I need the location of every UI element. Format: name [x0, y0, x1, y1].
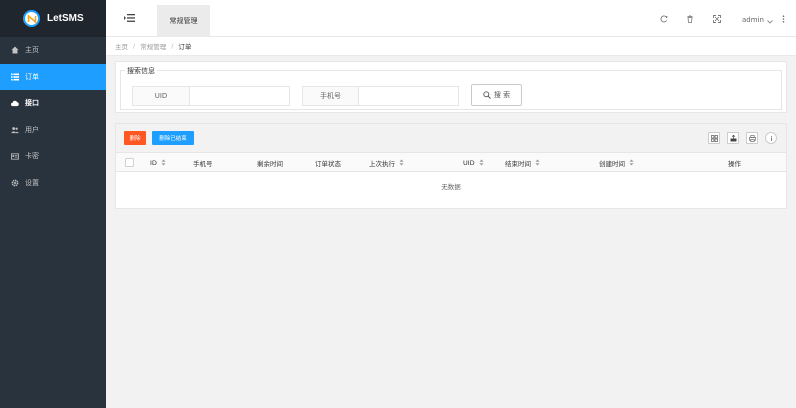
sidebar-item-home[interactable]: 主页	[0, 37, 106, 64]
trash-icon[interactable]	[686, 15, 694, 23]
fullscreen-icon[interactable]	[713, 15, 721, 23]
table-toolbar: 删除 删除已结束	[116, 124, 786, 153]
uid-field: UID	[132, 86, 290, 106]
column-last-run[interactable]: 上次执行	[369, 153, 404, 172]
sidebar-item-users[interactable]: 用户	[0, 117, 106, 144]
sidebar-item-label: 卡密	[25, 152, 39, 161]
column-label: UID	[463, 158, 475, 167]
delete-button[interactable]: 删除	[124, 131, 146, 145]
delete-finished-button[interactable]: 删除已结束	[152, 131, 194, 145]
sort-icon[interactable]	[479, 159, 484, 166]
menu-toggle-icon[interactable]	[124, 13, 136, 23]
sidebar-item-label: 接口	[25, 99, 39, 108]
export-icon[interactable]	[727, 132, 739, 144]
column-label: 订单状态	[315, 159, 341, 168]
sort-icon[interactable]	[535, 159, 540, 166]
sidebar-item-label: 设置	[25, 178, 39, 187]
column-label: 手机号	[193, 159, 213, 168]
column-phone: 手机号	[193, 153, 213, 172]
print-icon[interactable]	[746, 132, 758, 144]
column-label: ID	[150, 158, 157, 167]
column-label: 剩余时间	[257, 159, 283, 168]
phone-input[interactable]	[359, 87, 458, 105]
breadcrumb-current: 订单	[178, 43, 192, 51]
column-label: 结束时间	[505, 159, 531, 168]
list-icon	[11, 73, 19, 81]
sidebar-item-cards[interactable]: 卡密	[0, 143, 106, 170]
column-label: 操作	[728, 159, 741, 168]
breadcrumb-separator: /	[133, 42, 136, 50]
uid-input[interactable]	[190, 87, 289, 105]
phone-label: 手机号	[303, 87, 359, 105]
card-icon	[11, 152, 19, 160]
search-legend: 搜索信息	[125, 66, 157, 76]
columns-icon[interactable]	[708, 132, 720, 144]
breadcrumb-separator: /	[171, 42, 174, 50]
search-button[interactable]: 搜 索	[471, 84, 522, 106]
search-button-label: 搜 索	[493, 91, 511, 99]
column-end-time[interactable]: 结束时间	[505, 153, 540, 172]
column-label: 创建时间	[599, 159, 625, 168]
column-remaining-time: 剩余时间	[257, 153, 283, 172]
sidebar-item-label: 订单	[25, 72, 39, 81]
column-created-time[interactable]: 创建时间	[599, 153, 634, 172]
column-label: 上次执行	[369, 159, 395, 168]
top-header: 常规管理 admin	[106, 0, 796, 37]
breadcrumb-section[interactable]: 常规管理	[140, 41, 166, 51]
chevron-down-icon[interactable]	[767, 18, 773, 26]
sidebar-item-label: 主页	[25, 46, 39, 55]
sort-icon[interactable]	[629, 159, 634, 166]
sidebar: LetSMS 主页 订单 接口 用户 卡密 设置	[0, 0, 106, 408]
table-header: ID 手机号 剩余时间 订单状态 上次执行 UID 结束时间 创建时间 操作	[116, 153, 786, 172]
app-logo-icon	[23, 10, 40, 27]
search-panel: 搜索信息 UID 手机号 搜 索	[115, 61, 787, 113]
user-menu[interactable]: admin	[742, 16, 764, 24]
column-actions: 操作	[728, 153, 741, 172]
sidebar-item-label: 用户	[25, 125, 39, 134]
sidebar-item-settings[interactable]: 设置	[0, 170, 106, 197]
sort-icon[interactable]	[399, 159, 404, 166]
column-id[interactable]: ID	[150, 153, 166, 172]
breadcrumb-home[interactable]: 主页	[115, 41, 128, 51]
more-vertical-icon[interactable]	[782, 15, 785, 25]
refresh-icon[interactable]	[660, 15, 668, 23]
sort-icon[interactable]	[161, 159, 166, 166]
column-order-status: 订单状态	[315, 153, 341, 172]
home-icon	[11, 46, 19, 54]
empty-state: 无数据	[441, 183, 461, 191]
column-uid[interactable]: UID	[463, 153, 484, 172]
app-name: LetSMS	[47, 13, 84, 24]
cloud-icon	[11, 99, 19, 107]
select-all-checkbox[interactable]	[125, 158, 134, 167]
tab-general-management[interactable]: 常规管理	[157, 5, 210, 37]
logo[interactable]: LetSMS	[0, 0, 106, 37]
orders-table-panel: 删除 删除已结束 ID 手机号 剩余时间 订单状态 上次执行 UID 结束时间 …	[115, 123, 787, 209]
uid-label: UID	[133, 87, 190, 105]
sidebar-item-api[interactable]: 接口	[0, 90, 106, 117]
users-icon	[11, 126, 19, 134]
gear-icon	[11, 179, 19, 187]
sidebar-item-orders[interactable]: 订单	[0, 63, 106, 90]
search-icon	[483, 91, 491, 99]
breadcrumb: 主页 / 常规管理 / 订单	[106, 37, 796, 56]
info-icon[interactable]	[765, 132, 777, 144]
phone-field: 手机号	[302, 86, 459, 106]
